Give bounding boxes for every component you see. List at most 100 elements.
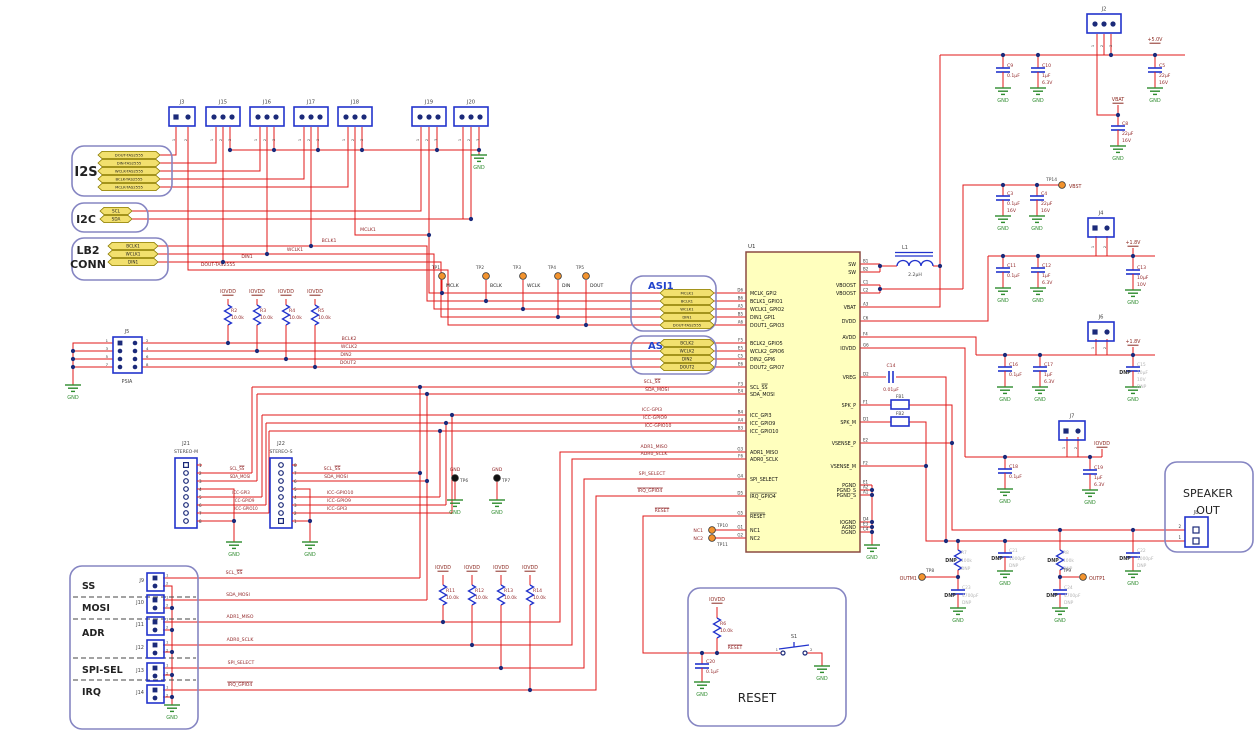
tp-ref: TP2 <box>475 265 484 271</box>
capacitor-C17[interactable]: GNDC171µF6.3V <box>1032 355 1055 403</box>
cap-voltage: 16V <box>1122 138 1132 144</box>
connector-J5[interactable]: 12345678J5PSIA <box>106 329 149 385</box>
pin-number: G2 <box>737 532 743 537</box>
connector-J21[interactable]: 12345678J21STEREO-M <box>174 441 202 528</box>
capacitor-C18[interactable]: GNDC180.1µF <box>997 457 1022 505</box>
pin-number: E6 <box>738 361 744 366</box>
resistor-R7[interactable]: R7DNP100kDNP <box>945 541 972 577</box>
ground-symbol: GND <box>814 666 830 682</box>
pin-name: DOUT1_GPIO3 <box>750 323 784 329</box>
jumper-J9[interactable]: J912 <box>138 573 169 592</box>
test-point-TP1[interactable]: TP1MCLK <box>431 265 460 289</box>
capacitor-C8[interactable]: GNDC822µF16V <box>1110 115 1134 162</box>
test-point-TP4[interactable]: TP4DIN <box>547 265 570 289</box>
capacitor-C3[interactable]: GNDC30.1µF16V <box>995 185 1020 232</box>
capacitor-C10[interactable]: GNDC101µF6.3V <box>1030 55 1053 104</box>
capacitor-C4[interactable]: GNDC422µF16V <box>1029 185 1053 232</box>
switch-S1[interactable]: S112 <box>776 634 813 655</box>
dnp-flag: DNP <box>991 556 1003 562</box>
res-value: 10.0k <box>533 595 546 601</box>
ferrite-FB2[interactable]: FB2 <box>891 411 909 426</box>
net-flag: SCL <box>100 207 132 214</box>
pin-number: 3 <box>476 139 480 141</box>
test-point-TP3[interactable]: TP3WCLK <box>512 265 541 289</box>
jumper-J13[interactable]: J1312 <box>135 663 169 682</box>
test-point-TP8[interactable]: TP8OUTM1 <box>900 568 935 582</box>
ground-symbol: GND <box>302 542 318 558</box>
wire <box>1097 55 1118 115</box>
net-flag: DOUT2 <box>660 363 714 370</box>
tp-ref: TP9 <box>1062 568 1071 574</box>
test-point-TP5[interactable]: TP5DOUT <box>575 265 604 289</box>
cap-voltage: 6.3V <box>1042 80 1053 86</box>
pin-name: VBOOST <box>836 291 856 297</box>
pin-number: 2 <box>263 139 267 141</box>
pin-name: RESET <box>750 514 765 520</box>
jumper-J7[interactable]: J712 <box>1059 414 1085 450</box>
tp-net: WCLK <box>527 283 541 289</box>
gnd-label: GND <box>304 552 316 558</box>
resistor-R14[interactable]: R1410.0k <box>527 575 547 690</box>
connector-J22[interactable]: 87654321J22STEREO-S <box>269 441 297 528</box>
spi-row-label: IRQ <box>82 687 101 698</box>
capacitor-C5[interactable]: GNDC522µF16V <box>1147 55 1171 104</box>
capacitor-C13[interactable]: GNDC1310µF10V <box>1125 256 1149 306</box>
resistor-R11[interactable]: R1110.0k <box>440 575 460 622</box>
pin-number: D1 <box>863 416 869 421</box>
test-point-TP7[interactable]: GNDTP7 <box>492 467 511 484</box>
jumper-J6[interactable]: J612 <box>1088 315 1114 350</box>
ferrite-FB1[interactable]: FB1 <box>891 394 909 409</box>
tp-ref: TP11 <box>716 542 728 548</box>
jumper-J4[interactable]: J412 <box>1088 211 1114 249</box>
cap-value: 1µF <box>1044 372 1053 378</box>
res-ref: R13 <box>504 588 513 594</box>
junction-dot <box>1036 254 1040 258</box>
junction-dot <box>1003 539 1007 543</box>
power-flag-label: IOVDD <box>307 289 323 295</box>
capacitor-C16[interactable]: GNDC160.1µF <box>997 355 1022 403</box>
resistor-R12[interactable]: R1210.0k <box>469 575 489 645</box>
ic-U1[interactable]: U1D6MCLK_GPI2B6BCLK1_GPIO1A5WCLK1_GPIO2B… <box>737 244 869 552</box>
test-point-TP10[interactable]: TP10 <box>709 523 729 533</box>
junction-dot <box>1109 53 1113 57</box>
capacitor-C12[interactable]: GNDC121µF6.3V <box>1030 256 1053 304</box>
gnd-label: GND <box>999 581 1011 587</box>
cap-value: 1µF <box>1042 273 1051 279</box>
jumper-J3[interactable]: J312 <box>169 100 195 142</box>
junction-dot <box>71 357 75 361</box>
capacitor-C9[interactable]: GNDC90.1µF <box>995 55 1020 104</box>
test-point-TP2[interactable]: TP2BCLK <box>475 265 503 289</box>
inductor-L1[interactable]: L12.2µH <box>895 245 933 278</box>
net-flag-label: SDA <box>112 217 121 222</box>
pin-number: 2 <box>307 139 311 141</box>
test-point-TP9[interactable]: TP9OUTP1 <box>1062 568 1105 582</box>
res-ref: R3 <box>260 308 266 314</box>
capacitor-C11[interactable]: GNDC110.1µF <box>995 256 1020 304</box>
test-point-TP11[interactable]: TP11 <box>709 535 729 548</box>
ground-symbol: GND <box>164 705 180 721</box>
capacitor-C19[interactable]: GNDC191µF6.3V <box>1082 457 1105 506</box>
jumper-J14[interactable]: J1412 <box>135 685 169 704</box>
resistor-R5[interactable]: R510.0k <box>312 299 332 367</box>
capacitor-C14[interactable]: C140.01µF <box>883 363 899 393</box>
capacitor-C15[interactable]: GNDC15DNP10µF10VDNP <box>1119 355 1148 403</box>
capacitor-C23[interactable]: GNDC23DNP4700pFDNP <box>944 577 979 624</box>
jumper-J12[interactable]: J1212 <box>135 640 169 659</box>
test-point-TP14[interactable]: TP14VBST <box>1045 177 1081 190</box>
pin-name: SCL_SS <box>750 385 768 391</box>
capacitor-C21[interactable]: GNDC21DNP1000pFDNP <box>991 541 1026 587</box>
resistor-R4[interactable]: R410.0k <box>283 299 303 359</box>
capacitor-C24[interactable]: GNDC24DNP4700pFDNP <box>1046 577 1081 624</box>
jumper-ref: J16 <box>262 100 271 106</box>
net-flag-label: MCLK-TAS2555 <box>115 185 143 190</box>
capacitor-C22[interactable]: GNDC22DNP1000pFDNP <box>1119 530 1154 587</box>
cap-ref: C15 <box>1137 362 1146 368</box>
net-label-bclk2: BCLK2 <box>342 336 357 342</box>
pin-number: 1 <box>1091 246 1095 248</box>
junction-dot <box>71 349 75 353</box>
capacitor-C20[interactable]: GNDC200.1µF <box>694 653 719 698</box>
test-point-TP6[interactable]: GNDTP6 <box>450 467 469 484</box>
pin-number: 3 <box>272 139 276 141</box>
resistor-R2[interactable]: R210.0k <box>225 299 245 343</box>
pin-number: 3 <box>228 139 232 141</box>
